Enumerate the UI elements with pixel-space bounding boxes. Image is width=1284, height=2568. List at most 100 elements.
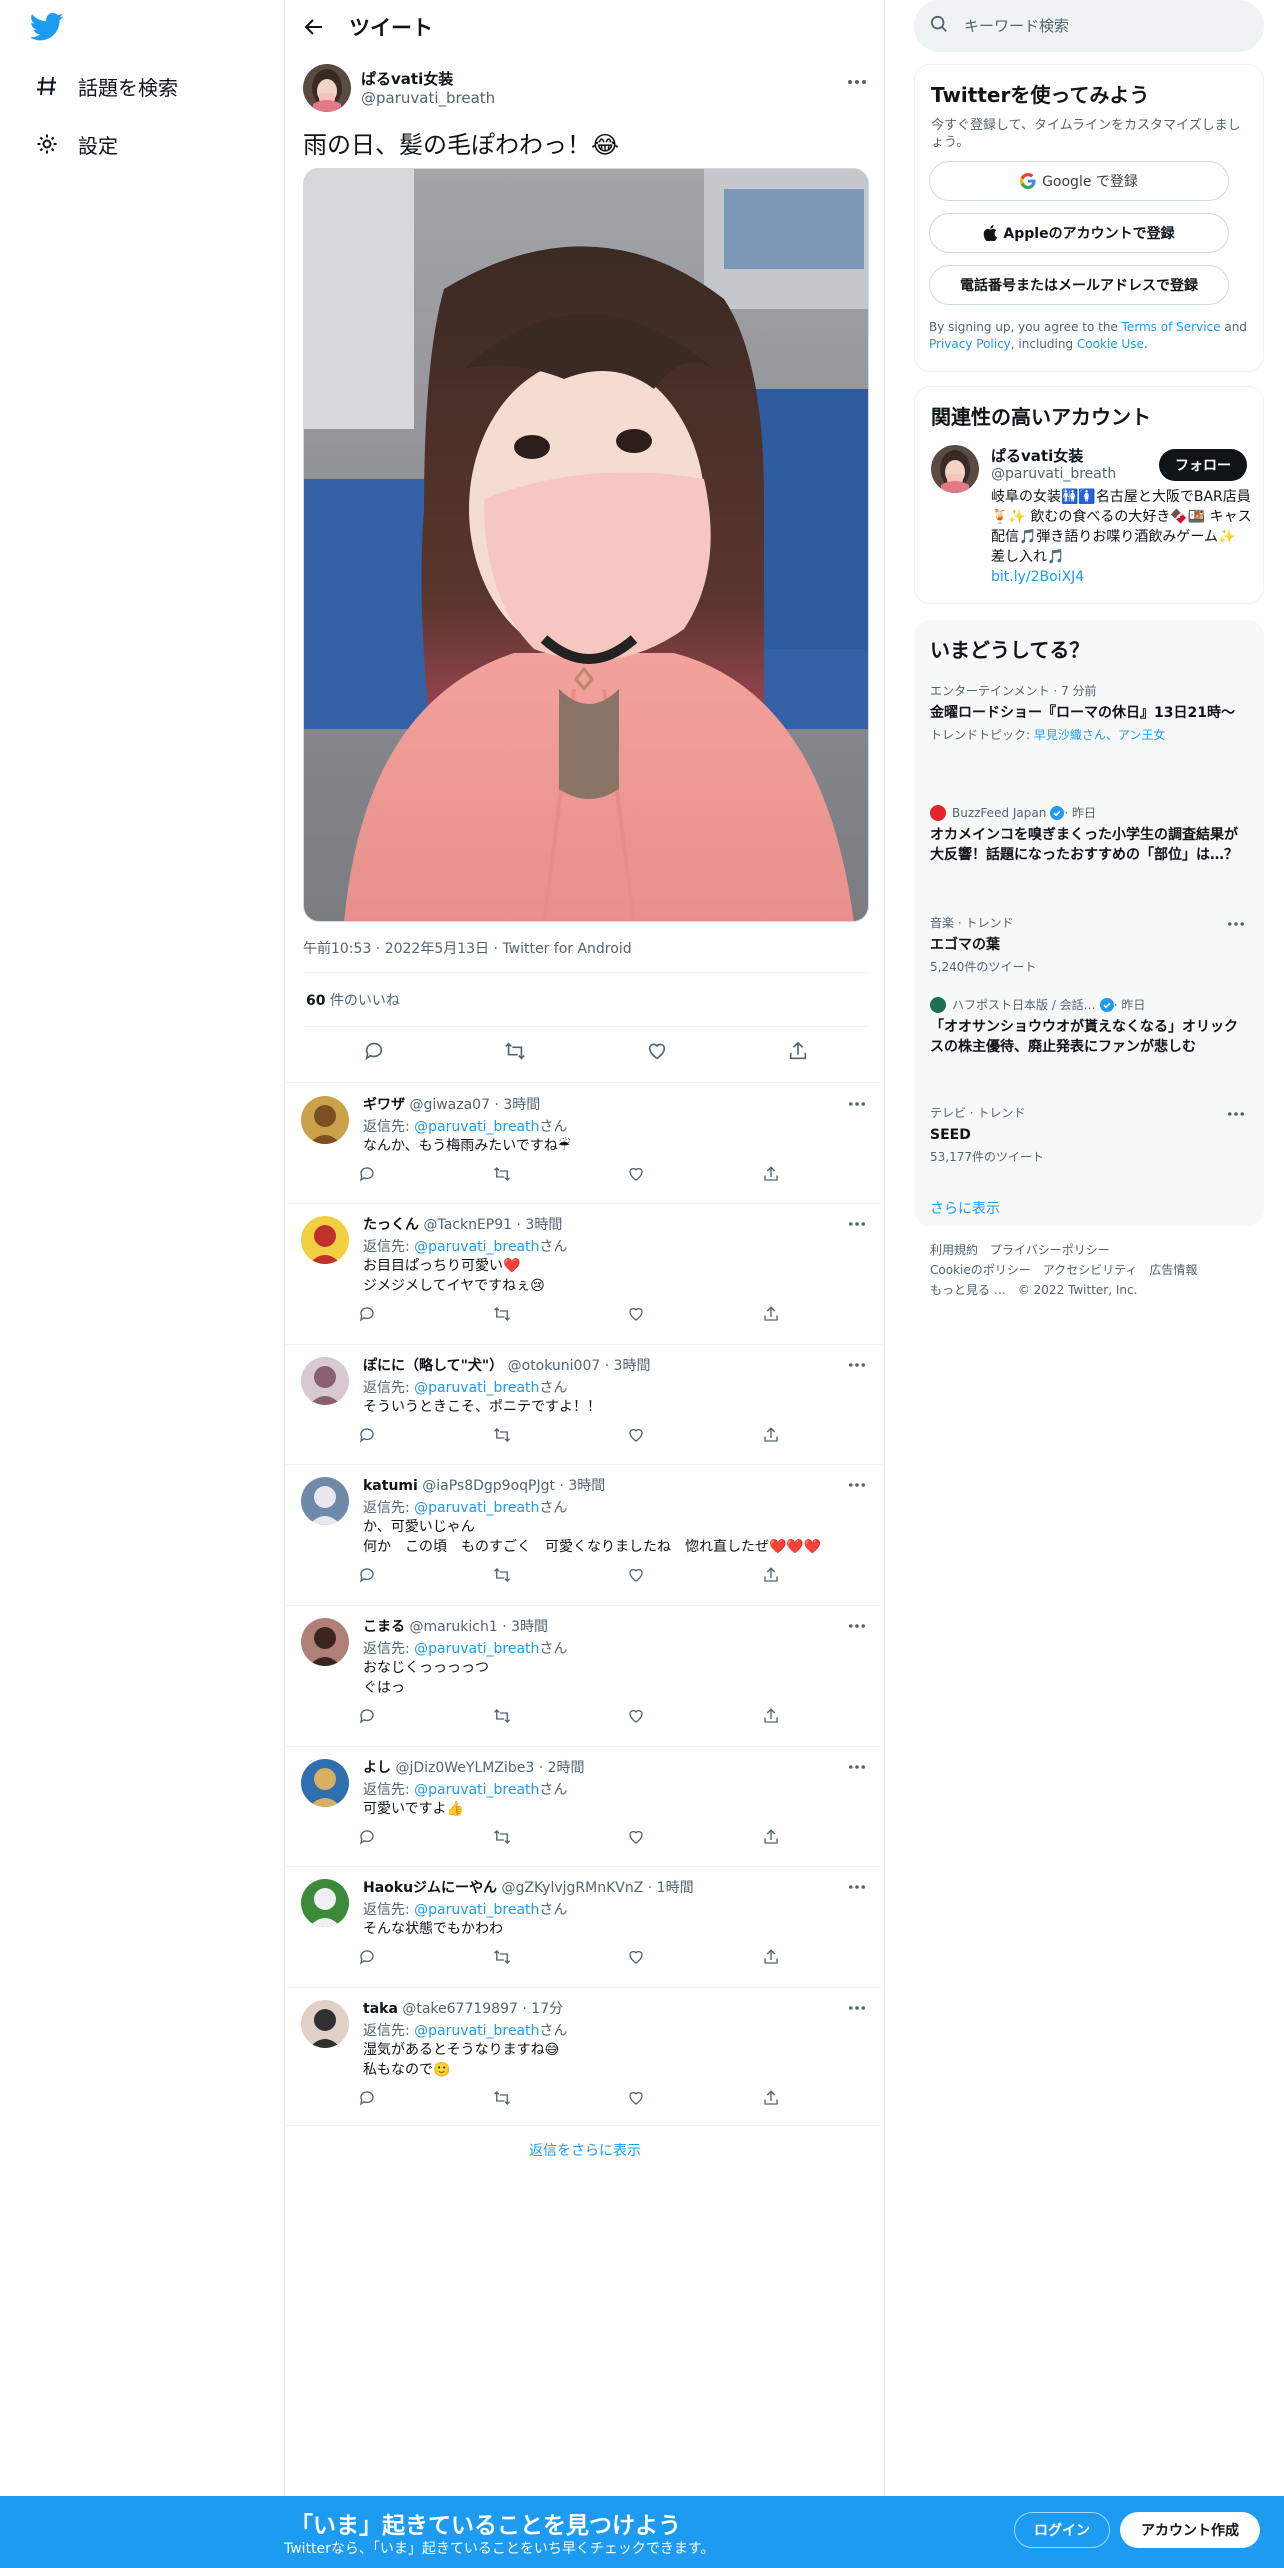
reply-author-name[interactable]: こまる [363,1619,405,1635]
reply-avatar[interactable] [301,1357,349,1405]
share-icon[interactable] [751,1945,791,1969]
more-options-icon[interactable] [1224,914,1248,934]
more-options-icon[interactable] [845,1094,869,1114]
reply-time[interactable]: 3時間 [614,1358,651,1374]
reply-author-handle[interactable]: @iaPs8Dgp9oqPJgt [422,1478,555,1494]
retweet-icon[interactable] [482,1825,522,1849]
more-options-icon[interactable] [845,1214,869,1234]
like-icon[interactable] [639,1036,675,1066]
reply-icon[interactable] [347,1825,387,1849]
reply-tweet[interactable]: よし @jDiz0WeYLMZibe3 · 2時間 返信先: @paruvati… [285,1747,885,1867]
reply-time[interactable]: 3時間 [568,1478,605,1494]
retweet-icon[interactable] [482,1563,522,1587]
apple-signup-button[interactable]: Appleのアカウントで登録 [929,213,1229,253]
reply-avatar[interactable] [301,1216,349,1264]
like-count[interactable]: 60 件のいいね [306,990,400,1010]
reply-to-handle[interactable]: @paruvati_breath [414,1119,539,1135]
like-icon[interactable] [616,1563,656,1587]
like-icon[interactable] [616,2086,656,2110]
reply-author-name[interactable]: たっくん [363,1217,419,1233]
like-icon[interactable] [616,1945,656,1969]
retweet-icon[interactable] [482,1423,522,1447]
footer-link[interactable]: 利用規約 [930,1243,978,1257]
footer-link[interactable]: プライバシーポリシー [990,1243,1110,1257]
reply-to-handle[interactable]: @paruvati_breath [414,1380,539,1396]
reply-author-name[interactable]: taka [363,2001,398,2017]
author-avatar[interactable] [303,64,351,112]
reply-author-name[interactable]: Haokuジムにーやん [363,1880,497,1896]
reply-to-handle[interactable]: @paruvati_breath [414,2023,539,2039]
retweet-icon[interactable] [482,1302,522,1326]
more-options-icon[interactable] [845,1877,869,1897]
trend-item[interactable]: 音楽 · トレンド エゴマの葉 5,240件のツイート [930,914,1248,975]
reply-icon[interactable] [347,1563,387,1587]
tweet-timestamp[interactable]: 午前10:53 · 2022年5月13日 · Twitter for Andro… [303,938,632,958]
author-name[interactable]: ぱるvati女装 [361,68,453,89]
share-icon[interactable] [751,1563,791,1587]
create-account-button[interactable]: アカウント作成 [1120,2512,1260,2548]
share-icon[interactable] [751,1704,791,1728]
reply-tweet[interactable]: taka @take67719897 · 17分 返信先: @paruvati_… [285,1988,885,2126]
reply-to-handle[interactable]: @paruvati_breath [414,1239,539,1255]
more-options-icon[interactable] [845,72,869,92]
more-options-icon[interactable] [845,1475,869,1495]
reply-author-handle[interactable]: @marukich1 [409,1619,497,1635]
footer-link[interactable]: もっと見る … [930,1283,1006,1297]
terms-link[interactable]: Terms of Service [1122,320,1221,334]
phone-email-signup-button[interactable]: 電話番号またはメールアドレスで登録 [929,265,1229,305]
reply-time[interactable]: 3時間 [511,1619,548,1635]
reply-avatar[interactable] [301,1879,349,1927]
reply-author-handle[interactable]: @take67719897 [402,2001,518,2017]
reply-avatar[interactable] [301,2000,349,2048]
nav-explore[interactable]: 話題を検索 [34,66,178,106]
reply-icon[interactable] [347,1945,387,1969]
reply-time[interactable]: 3時間 [525,1217,562,1233]
share-icon[interactable] [780,1036,816,1066]
follow-button[interactable]: フォロー [1159,449,1247,481]
trend-item[interactable]: テレビ · トレンド SEED 53,177件のツイート [930,1104,1248,1165]
share-icon[interactable] [751,1162,791,1186]
related-bio-link[interactable]: bit.ly/2BoiXJ4 [991,569,1084,585]
like-icon[interactable] [616,1302,656,1326]
reply-author-handle[interactable]: @giwaza07 [409,1097,490,1113]
related-name[interactable]: ぱるvati女装 [991,445,1083,466]
retweet-icon[interactable] [482,1945,522,1969]
reply-tweet[interactable]: たっくん @TacknEP91 · 3時間 返信先: @paruvati_bre… [285,1204,885,1345]
reply-to-handle[interactable]: @paruvati_breath [414,1902,539,1918]
cookie-link[interactable]: Cookie Use [1077,337,1144,351]
share-icon[interactable] [751,2086,791,2110]
reply-author-name[interactable]: ギワザ [363,1097,405,1113]
footer-link[interactable]: Cookieのポリシー [930,1263,1031,1277]
author-handle[interactable]: @paruvati_breath [361,89,495,107]
reply-author-handle[interactable]: @TacknEP91 [423,1217,512,1233]
reply-tweet[interactable]: ぽにに（略して"犬"） @otokuni007 · 3時間 返信先: @paru… [285,1345,885,1465]
reply-to-handle[interactable]: @paruvati_breath [414,1500,539,1516]
like-icon[interactable] [616,1423,656,1447]
reply-author-name[interactable]: ぽにに（略して"犬"） [363,1358,503,1374]
reply-time[interactable]: 3時間 [503,1097,540,1113]
footer-link[interactable]: 広告情報 [1149,1263,1197,1277]
reply-author-name[interactable]: よし [363,1760,391,1776]
share-icon[interactable] [751,1423,791,1447]
nav-settings[interactable]: 設定 [34,124,118,164]
like-icon[interactable] [616,1704,656,1728]
reply-icon[interactable] [347,1423,387,1447]
reply-time[interactable]: 17分 [531,2001,563,2017]
reply-icon[interactable] [347,1162,387,1186]
reply-time[interactable]: 1時間 [657,1880,694,1896]
reply-icon[interactable] [347,2086,387,2110]
reply-icon[interactable] [347,1302,387,1326]
reply-time[interactable]: 2時間 [548,1760,585,1776]
like-icon[interactable] [616,1825,656,1849]
more-options-icon[interactable] [845,1616,869,1636]
login-button[interactable]: ログイン [1014,2512,1110,2548]
footer-link[interactable]: アクセシビリティ [1043,1263,1138,1277]
reply-avatar[interactable] [301,1759,349,1807]
reply-icon[interactable] [347,1704,387,1728]
reply-avatar[interactable] [301,1096,349,1144]
tweet-photo[interactable] [303,168,869,922]
retweet-icon[interactable] [482,2086,522,2110]
trends-show-more-link[interactable]: さらに表示 [930,1198,1000,1218]
more-options-icon[interactable] [1224,1104,1248,1124]
trend-extra-value[interactable]: 早見沙織さん、アン王女 [1034,728,1166,742]
